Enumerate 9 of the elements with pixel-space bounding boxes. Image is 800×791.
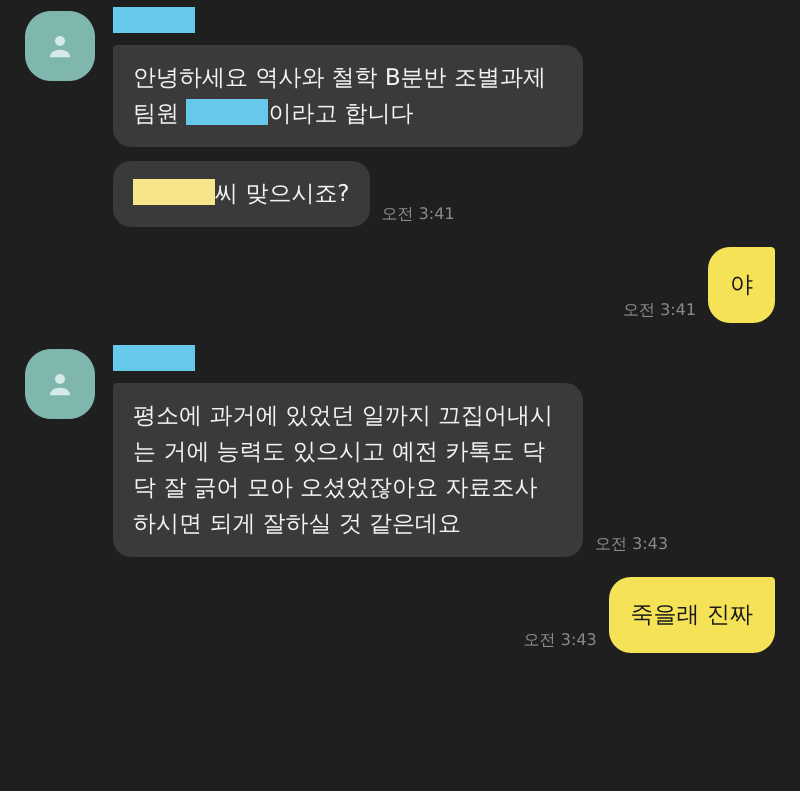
message-bubble: 평소에 과거에 있었던 일까지 끄집어내시는 거에 능력도 있으시고 예전 카톡도 닥닥 잘 긁어 모아 오셨었잖아요 자료조사 하시면 되게 잘하실 것 같은데요 <box>113 383 583 557</box>
message-bubble: 안녕하세요 역사와 철학 B분반 조별과제 팀원 이라고 합니다 <box>113 45 583 147</box>
message-bubble: 야 <box>708 247 775 323</box>
timestamp: 오전 3:41 <box>622 300 696 321</box>
timestamp: 오전 3:43 <box>524 630 597 651</box>
timestamp: 오전 3:43 <box>595 534 668 555</box>
message-bubble: 죽을래 진짜 <box>608 577 775 653</box>
timestamp: 오전 3:41 <box>382 204 455 225</box>
message-bubble: 씨 맞으시죠? <box>113 161 370 227</box>
